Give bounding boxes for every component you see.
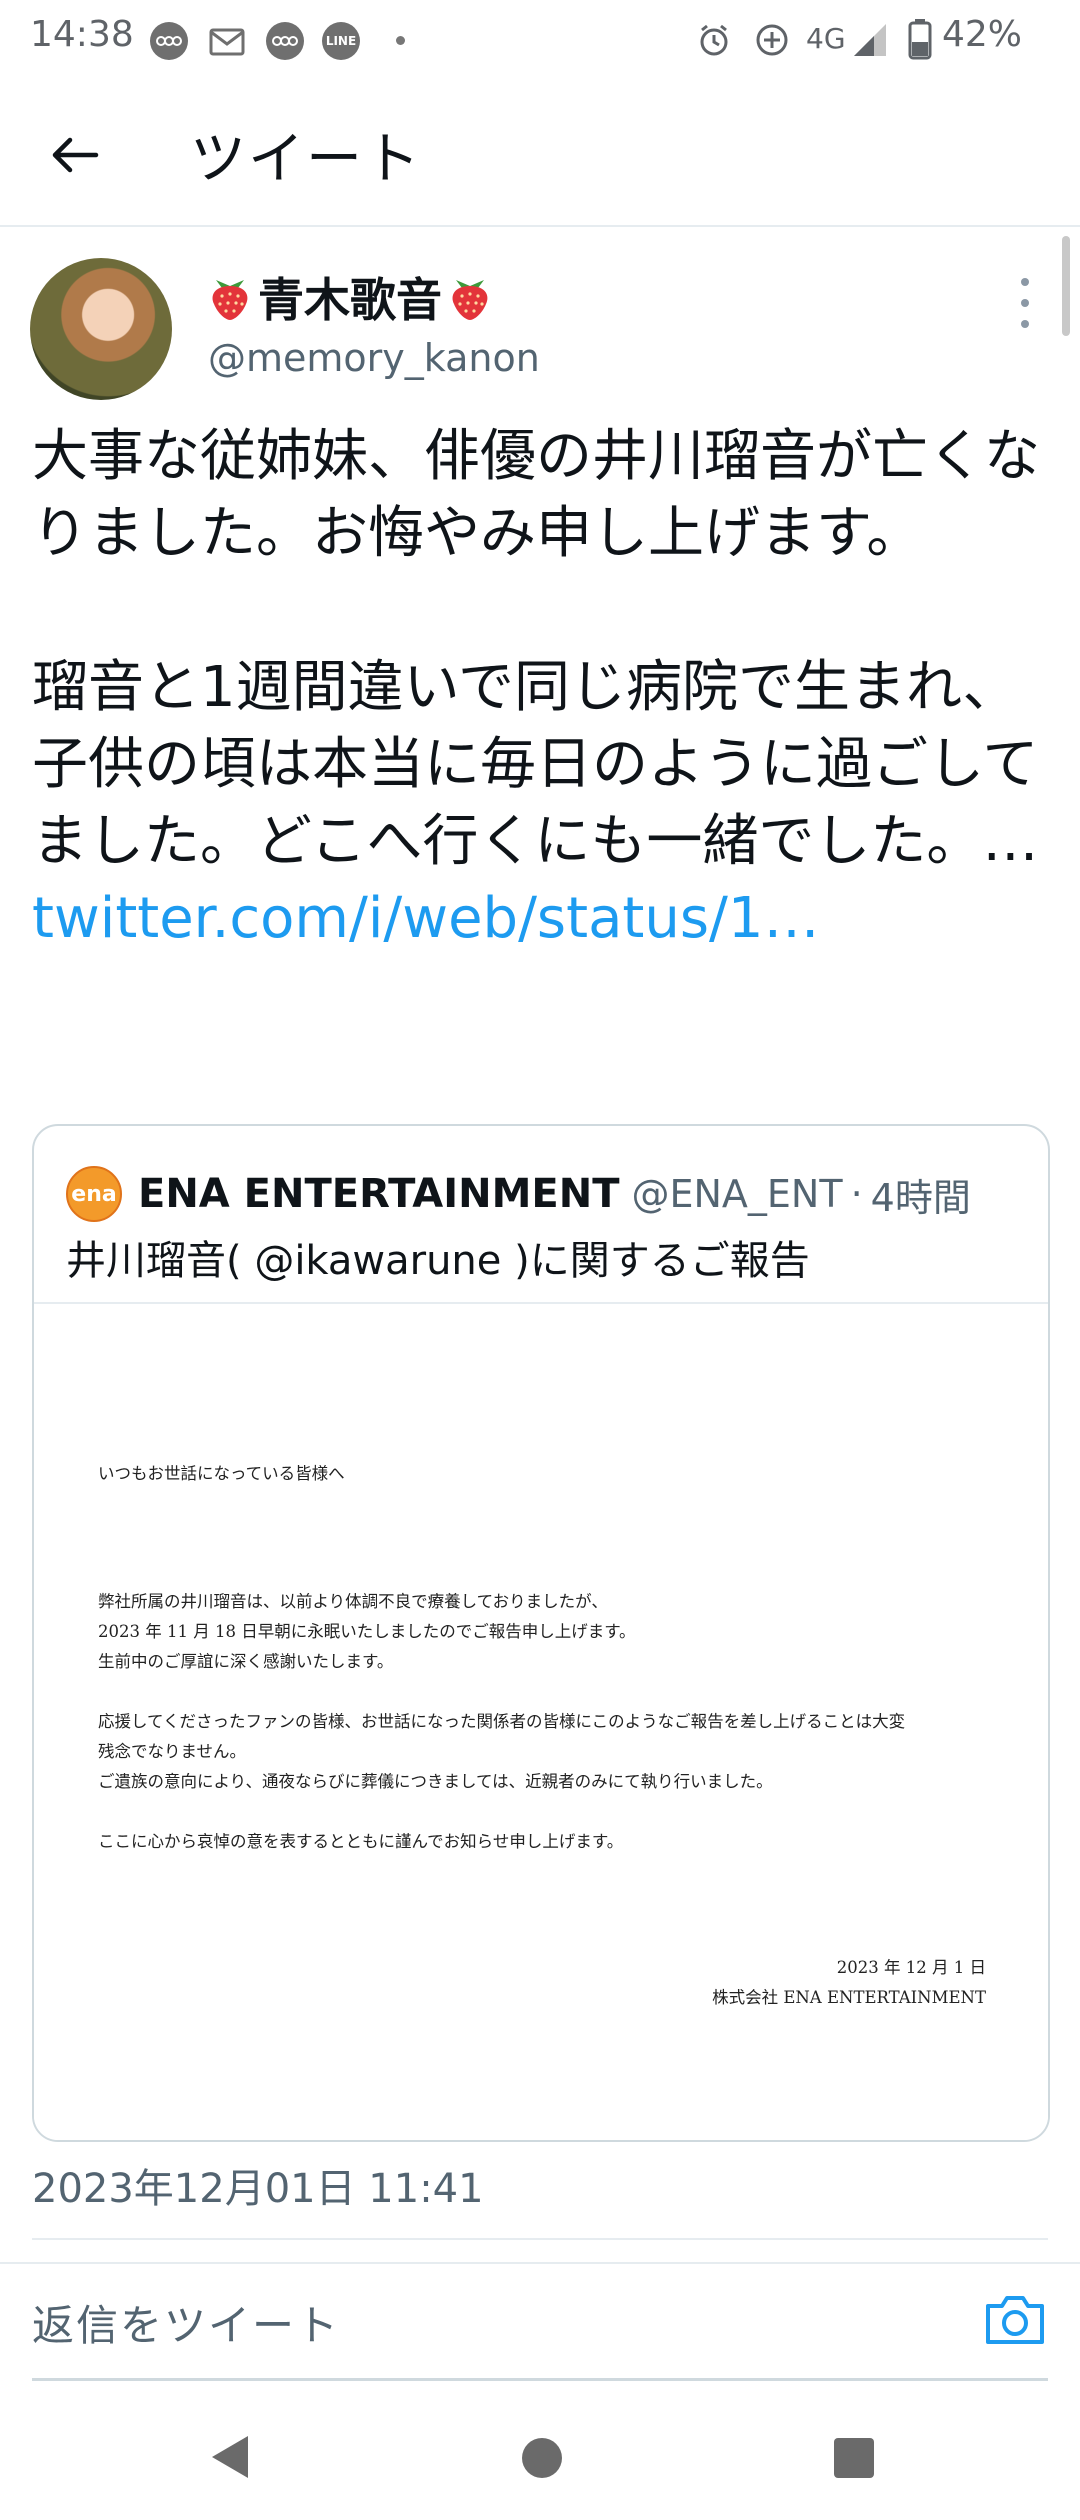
reply-bar: 返信をツイート xyxy=(0,2262,1080,2382)
line-app-icon: LINE xyxy=(322,22,360,60)
nav-back-icon[interactable] xyxy=(208,2434,250,2484)
doc-line: 2023 年 11 月 18 日早朝に永眠いたしましたのでご報告申し上げます。 xyxy=(98,1622,636,1641)
circle-notification-icon-2 xyxy=(266,22,304,60)
doc-line: ここに心から哀悼の意を表するとともに謹んでお知らせ申し上げます。 xyxy=(98,1832,624,1851)
tweet-body: 大事な従姉妹、俳優の井川瑠音が亡くなりました。お悔やみ申し上げます。 瑠音と1週… xyxy=(32,424,1040,874)
quote-separator: · xyxy=(850,1172,863,1216)
tweet-text: 大事な従姉妹、俳優の井川瑠音が亡くなりました。お悔やみ申し上げます。 瑠音と1週… xyxy=(32,418,1042,957)
doc-line: 残念でなりません。 xyxy=(98,1742,247,1761)
quote-text: 井川瑠音( @ikawarune )に関するご報告 xyxy=(66,1238,810,1284)
doc-date: 2023 年 12 月 1 日 xyxy=(836,1958,986,1977)
top-app-bar: ツイート xyxy=(0,80,1080,227)
tweet-link[interactable]: twitter.com/i/web/status/1… xyxy=(32,886,820,951)
mail-notification-icon xyxy=(206,20,248,62)
doc-line: 生前中のご厚誼に深く感謝いたします。 xyxy=(98,1652,394,1671)
strawberry-emoji-icon xyxy=(212,280,248,320)
author-name-row[interactable]: 青木歌音 xyxy=(208,264,492,330)
circle-notification-icon xyxy=(150,22,188,60)
avatar[interactable] xyxy=(30,258,172,400)
more-notifications-dot xyxy=(396,36,405,45)
signal-icon xyxy=(852,20,888,58)
ena-logo-avatar: ena xyxy=(66,1166,122,1222)
quote-author-handle: @ENA_ENT xyxy=(631,1172,843,1216)
divider xyxy=(32,2238,1048,2240)
status-time: 14:38 xyxy=(30,14,134,55)
more-options-icon[interactable] xyxy=(1010,278,1040,328)
doc-line: 弊社所属の井川瑠音は、以前より体調不良で療養しておりましたが、 xyxy=(98,1592,608,1611)
battery-percent: 42% xyxy=(942,14,1023,55)
scrollbar[interactable] xyxy=(1062,236,1070,336)
quoted-tweet-card[interactable]: ena ENA ENTERTAINMENT @ENA_ENT · 4時間 井川瑠… xyxy=(32,1124,1050,2142)
tweet-timestamp[interactable]: 2023年12月01日 11:41 xyxy=(32,2156,484,2214)
quote-header: ena ENA ENTERTAINMENT @ENA_ENT · 4時間 xyxy=(66,1166,971,1222)
arrow-left-icon xyxy=(52,137,99,173)
announcement-image[interactable]: いつもお世話になっている皆様へ 弊社所属の井川瑠音は、以前より体調不良で療養して… xyxy=(34,1302,1048,2140)
doc-line: ご遺族の意向により、通夜ならびに葬儀につきましては、近親者のみにて執り行いました… xyxy=(98,1772,773,1791)
camera-icon[interactable] xyxy=(982,2290,1048,2350)
reply-underline xyxy=(32,2378,1048,2381)
back-button[interactable] xyxy=(40,120,110,190)
strawberry-emoji-icon-2 xyxy=(452,280,488,320)
doc-company: 株式会社 ENA ENTERTAINMENT xyxy=(712,1988,986,2007)
battery-icon xyxy=(908,18,932,60)
page-title: ツイート xyxy=(190,127,422,192)
author-handle[interactable]: @memory_kanon xyxy=(208,336,540,380)
nav-recents-icon[interactable] xyxy=(834,2438,874,2478)
nav-home-icon[interactable] xyxy=(522,2438,562,2478)
doc-line: 応援してくださったファンの皆様、お世話になった関係者の皆様にこのようなご報告を差… xyxy=(98,1712,906,1731)
data-saver-icon xyxy=(752,20,792,60)
status-bar: 14:38 LINE 4G 42% xyxy=(0,0,1080,80)
network-type: 4G xyxy=(806,22,846,55)
quote-author-name: ENA ENTERTAINMENT xyxy=(138,1171,620,1217)
doc-greeting: いつもお世話になっている皆様へ xyxy=(98,1464,345,1483)
quote-time: 4時間 xyxy=(870,1175,971,1220)
system-nav-bar xyxy=(0,2394,1080,2520)
alarm-icon xyxy=(694,20,734,60)
author-name: 青木歌音 xyxy=(258,273,442,327)
reply-input[interactable]: 返信をツイート xyxy=(32,2292,340,2353)
